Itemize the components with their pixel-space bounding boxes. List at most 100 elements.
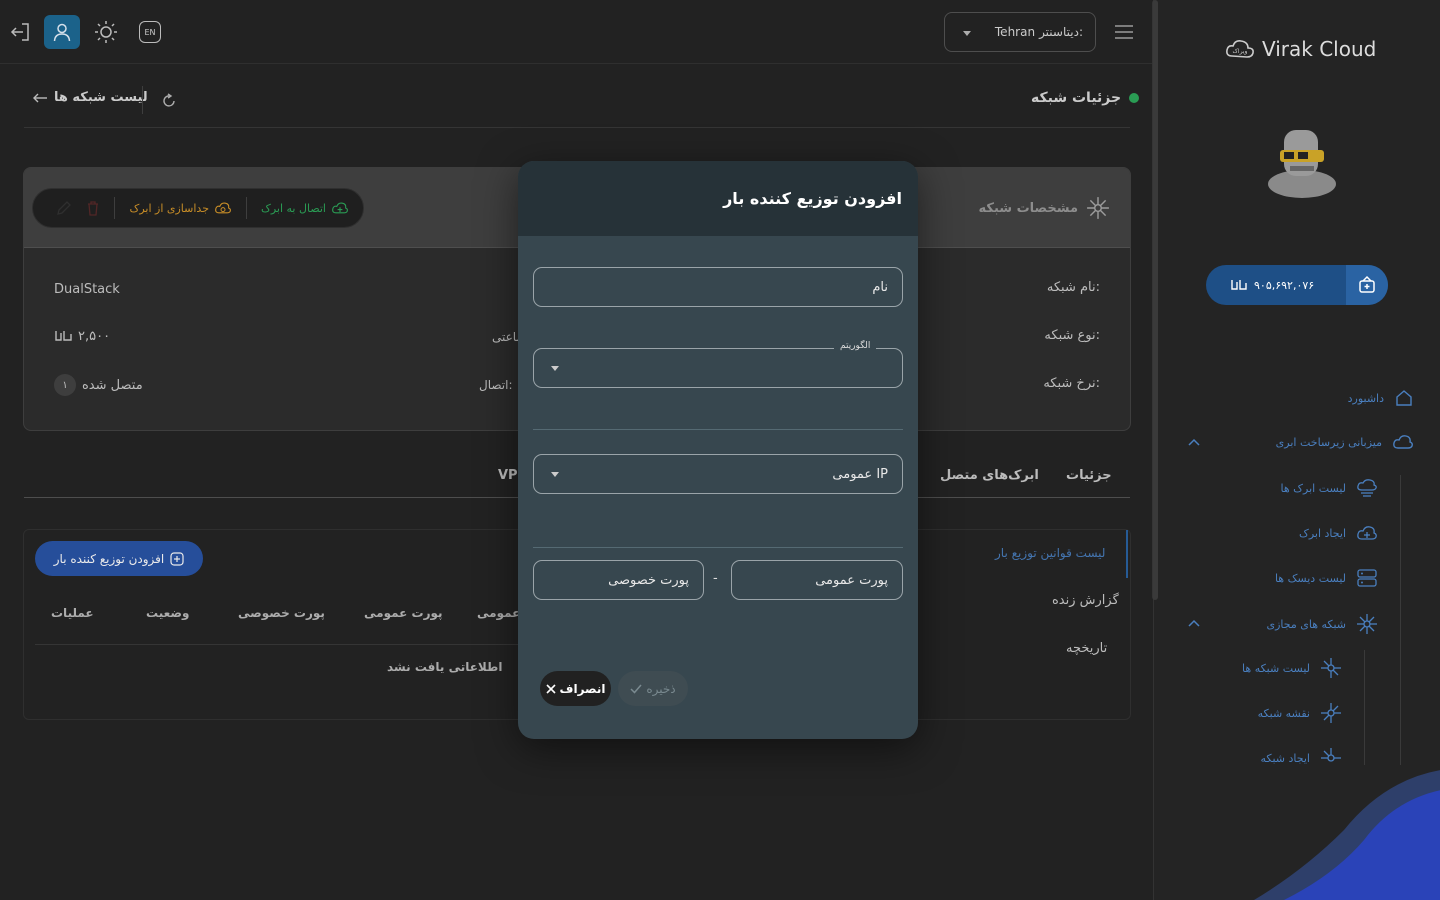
divider	[142, 86, 143, 114]
sidebar-item-cloud-hosting[interactable]: میزبانی زیرساخت ابری	[1276, 432, 1414, 452]
network-list-icon	[1321, 658, 1341, 678]
cloud-icon	[1393, 435, 1413, 449]
algorithm-select[interactable]	[533, 348, 903, 388]
cloud-list-icon	[1357, 479, 1377, 497]
wallet-icon	[1359, 275, 1375, 293]
nav-tree-line	[1364, 650, 1365, 765]
logout-icon	[10, 23, 29, 41]
chevron-down-icon	[551, 472, 559, 477]
side-item-live-report[interactable]: گزارش زنده	[1052, 593, 1119, 608]
datacenter-select[interactable]: Tehran دیتاسنتر:	[944, 12, 1096, 52]
network-rate-label: نرخ شبکه:	[1043, 376, 1100, 391]
algorithm-label: الگوریتم	[834, 341, 877, 351]
cloud-logo-icon: ویراک	[1226, 40, 1254, 58]
dialog-header: افزودن توزیع کننده بار	[518, 161, 918, 236]
disk-icon	[1357, 569, 1377, 587]
sun-icon	[95, 21, 117, 43]
top-bar: Tehran دیتاسنتر: EN	[0, 0, 1153, 64]
wallet-balance: ۹۰۵,۶۹۲,۰۷۶	[1230, 277, 1314, 293]
brand-name: Virak Cloud	[1262, 37, 1377, 61]
cloud-plus-icon	[332, 202, 348, 214]
profile-button[interactable]	[44, 15, 80, 49]
sidebar-item-network-list[interactable]: لیست شبکه ها	[1242, 657, 1342, 679]
network-name-label: نام شبکه:	[1046, 280, 1100, 295]
brand-logo[interactable]: ویراک Virak Cloud	[1224, 36, 1376, 62]
wallet-button[interactable]	[1346, 265, 1388, 305]
sidebar-item-create-cloudlet[interactable]: ایجاد ابرک	[1299, 523, 1378, 543]
connect-button[interactable]: اتصال به ابرک	[261, 200, 349, 216]
private-port-input[interactable]: پورت خصوصی	[533, 560, 704, 600]
plus-square-icon	[170, 551, 184, 566]
sidebar-item-virtual-networks[interactable]: شبکه های مجازی	[1266, 613, 1378, 635]
connection-status: ۱ متصل شده	[54, 374, 143, 396]
home-icon	[1396, 390, 1412, 406]
column-header: پورت خصوصی	[238, 606, 325, 620]
chevron-up-icon[interactable]	[1188, 619, 1200, 627]
robot-avatar-icon	[1268, 130, 1336, 198]
close-icon	[545, 683, 556, 694]
back-link[interactable]: لیست شبکه ها	[32, 90, 148, 105]
scrollbar[interactable]	[1152, 0, 1158, 600]
trash-icon[interactable]	[86, 200, 100, 216]
separator	[533, 429, 903, 430]
divider	[24, 127, 1130, 128]
network-icon	[1357, 614, 1377, 634]
page-title: جزئیات شبکه	[1031, 90, 1140, 106]
chevron-down-icon	[963, 31, 971, 36]
svg-text:ویراک: ویراک	[1233, 47, 1248, 55]
table-divider	[35, 644, 521, 645]
column-header: پورت عمومی	[364, 606, 443, 620]
port-range-dash: -	[713, 571, 718, 586]
add-load-balancer-dialog: افزودن توزیع کننده بار نام الگوریتم IP ع…	[518, 161, 918, 739]
hourly-price: ۲,۵۰۰	[54, 328, 110, 344]
connection-count-badge: ۱	[54, 374, 76, 396]
chevron-up-icon[interactable]	[1188, 438, 1200, 446]
wallet-pill[interactable]: ۹۰۵,۶۹۲,۰۷۶	[1206, 265, 1388, 305]
datacenter-label: دیتاسنتر:	[1039, 25, 1083, 39]
cancel-button[interactable]: انصراف	[540, 671, 611, 706]
wave-decoration	[1254, 770, 1440, 900]
logout-button[interactable]	[2, 15, 38, 49]
public-port-input[interactable]: پورت عمومی	[731, 560, 903, 600]
theme-toggle-button[interactable]	[88, 15, 124, 49]
dialog-title: افزودن توزیع کننده بار	[723, 189, 902, 208]
tab-connected-cloudlets[interactable]: ابرک‌های متصل	[940, 468, 1039, 483]
user-icon	[53, 23, 71, 42]
menu-icon[interactable]	[1114, 24, 1134, 40]
cloud-remove-icon	[215, 202, 231, 214]
add-lb-button[interactable]: افزودن توزیع کننده بار	[35, 541, 203, 576]
sidebar-item-disk-list[interactable]: لیست دیسک ها	[1275, 568, 1378, 588]
detach-button[interactable]: جداسازی از ابرک	[129, 200, 232, 216]
avatar[interactable]	[1262, 122, 1342, 202]
column-header: وضعیت	[146, 606, 190, 620]
ip-select[interactable]: IP عمومی	[533, 454, 903, 494]
refresh-icon[interactable]	[160, 92, 178, 110]
network-type-value: DualStack	[54, 282, 120, 297]
sidebar: ویراک Virak Cloud ۹۰۵,۶۹۲,۰۷۶ داشبورد می…	[1153, 0, 1440, 900]
column-header: عمومی	[477, 606, 521, 620]
action-pill: اتصال به ابرک جداسازی از ابرک	[32, 188, 364, 228]
sidebar-item-cloudlet-list[interactable]: لیست ابرک ها	[1281, 478, 1378, 498]
language-label: EN	[139, 21, 161, 43]
status-dot	[1129, 93, 1140, 103]
edit-icon[interactable]	[56, 200, 72, 216]
rial-icon	[55, 331, 72, 341]
network-type-label: نوع شبکه:	[1044, 328, 1100, 343]
nav-tree-line	[1400, 475, 1401, 765]
network-icon	[1087, 197, 1109, 219]
language-button[interactable]: EN	[132, 15, 168, 49]
sidebar-item-network-map[interactable]: نقشه شبکه	[1258, 702, 1342, 724]
name-input[interactable]: نام	[533, 267, 903, 307]
side-item-lb-rules[interactable]: لیست قوانین توزیع بار	[995, 546, 1105, 560]
network-map-icon	[1321, 703, 1341, 723]
check-icon	[630, 684, 642, 694]
connection-label: اتصال:	[479, 378, 513, 392]
card-title: مشخصات شبکه	[979, 196, 1110, 220]
sidebar-item-dashboard[interactable]: داشبورد	[1348, 388, 1414, 408]
side-item-history[interactable]: تاریخچه	[1066, 641, 1107, 656]
chevron-down-icon	[551, 366, 559, 371]
arrow-left-icon	[33, 93, 47, 102]
save-button[interactable]: ذخیره	[618, 671, 688, 706]
tab-details[interactable]: جزئیات	[1066, 468, 1112, 483]
cloud-add-icon	[1357, 526, 1377, 540]
